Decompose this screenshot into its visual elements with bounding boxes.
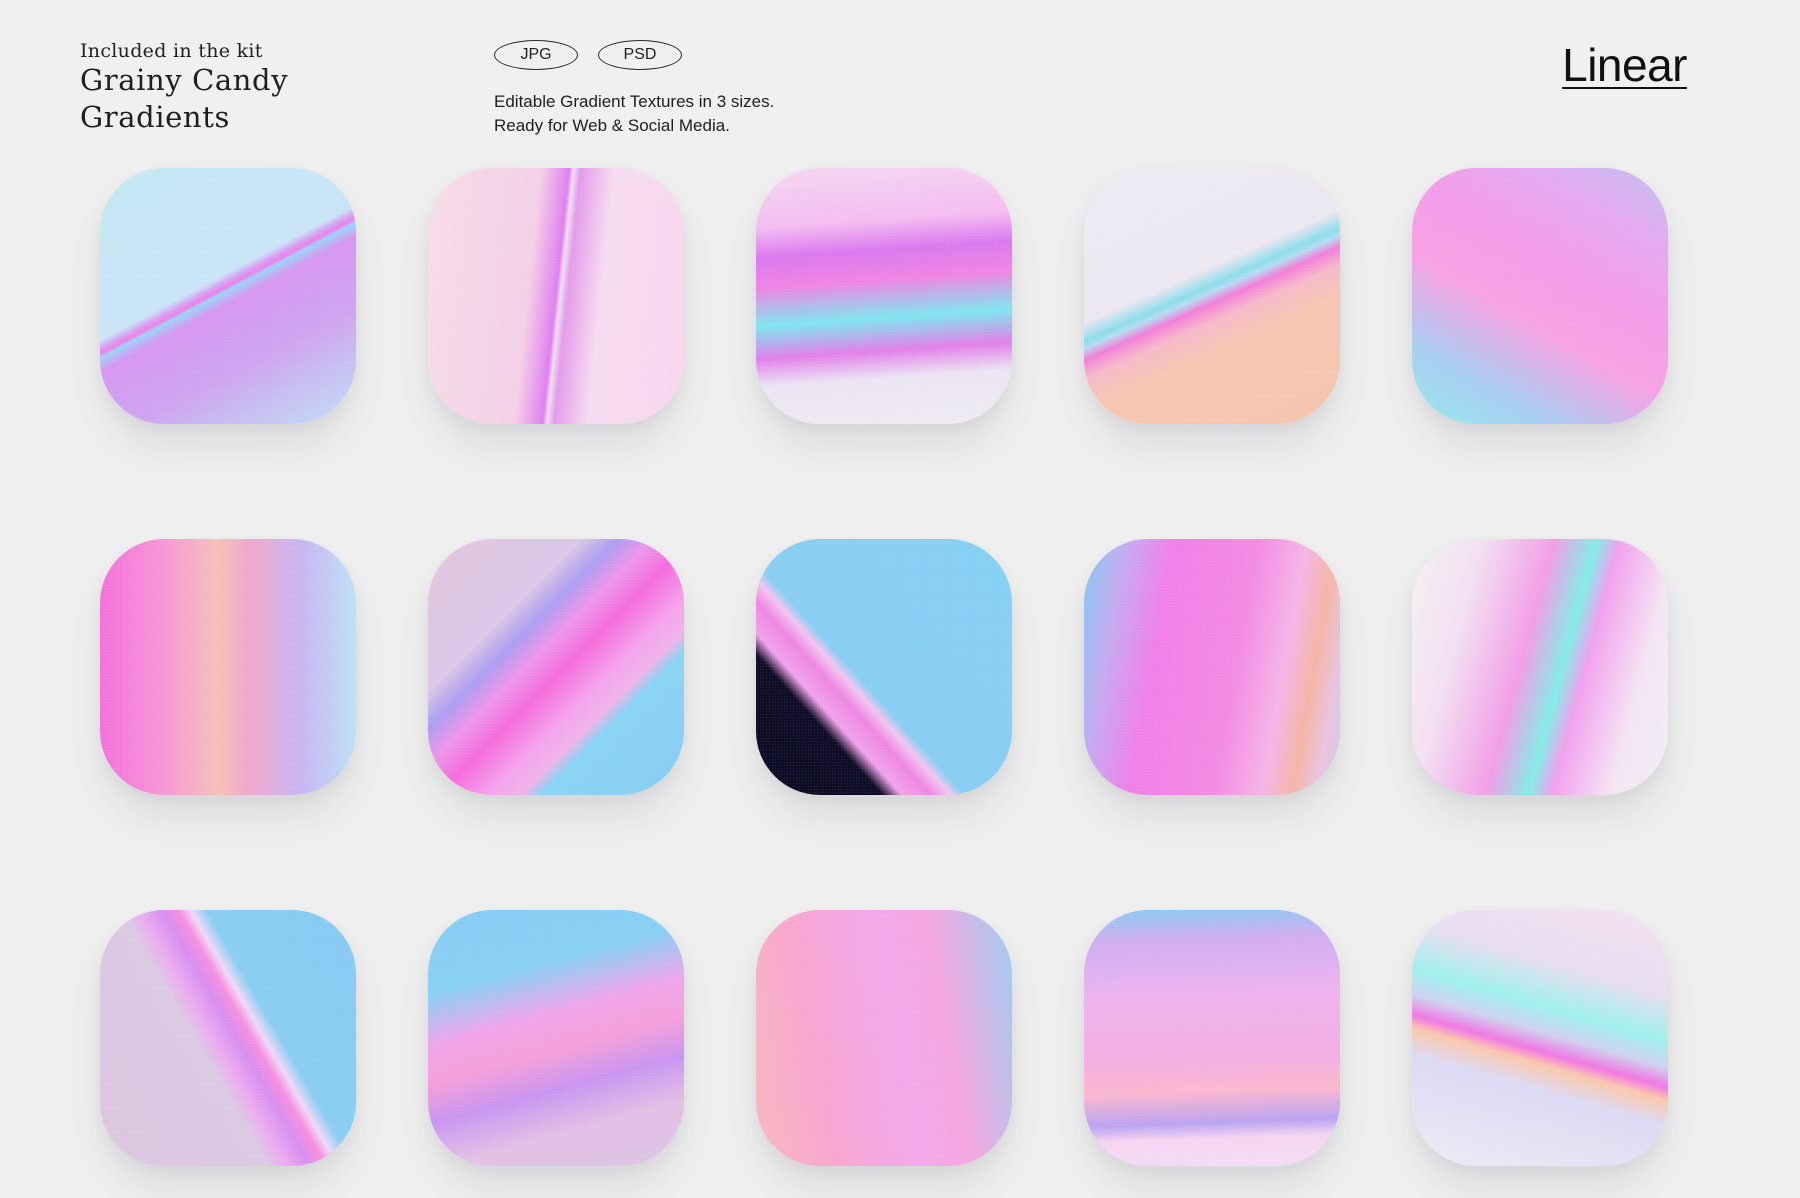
gradient-tile-5: [1412, 168, 1668, 424]
gradient-tile-7: [428, 539, 684, 795]
format-tags: JPG PSD: [494, 40, 682, 70]
gradient-tile-15: [1412, 910, 1668, 1166]
gradient-tile-10: [1412, 539, 1668, 795]
gradient-tile-13: [756, 910, 1012, 1166]
format-tag-jpg: JPG: [494, 40, 578, 70]
gradient-tile-8: [756, 539, 1012, 795]
style-name-link[interactable]: Linear: [1562, 38, 1687, 92]
gradient-tile-2: [428, 168, 684, 424]
gradient-tile-3: [756, 168, 1012, 424]
gradient-tile-4: [1084, 168, 1340, 424]
kit-description: Editable Gradient Textures in 3 sizes. R…: [494, 90, 774, 138]
gradient-tile-grid: [100, 168, 1668, 1166]
description-line: Editable Gradient Textures in 3 sizes.: [494, 92, 775, 111]
gradient-tile-12: [428, 910, 684, 1166]
gradient-tile-1: [100, 168, 356, 424]
kit-title: Grainy Candy Gradients: [80, 63, 289, 134]
format-tag-psd: PSD: [598, 40, 682, 70]
gradient-tile-9: [1084, 539, 1340, 795]
gradient-tile-14: [1084, 910, 1340, 1166]
kit-label: Included in the kit: [80, 40, 263, 62]
gradient-tile-6: [100, 539, 356, 795]
description-line: Ready for Web & Social Media.: [494, 116, 730, 135]
gradient-tile-11: [100, 910, 356, 1166]
